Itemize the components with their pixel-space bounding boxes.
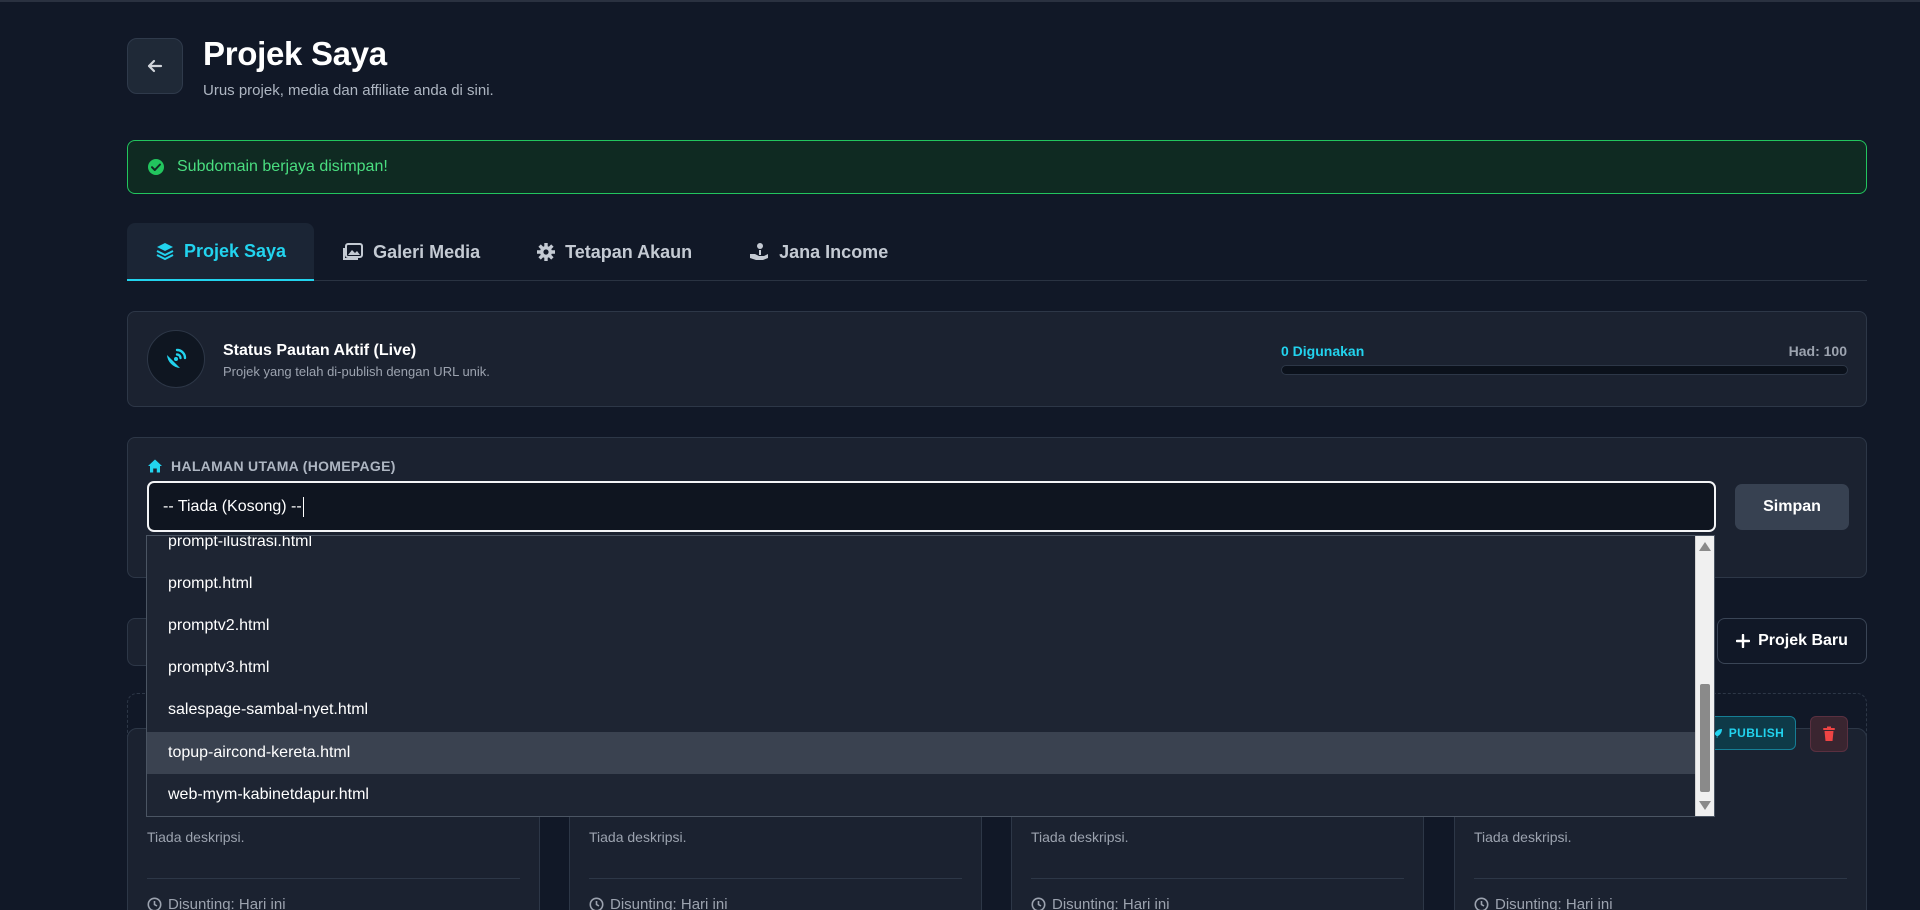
card-divider [1031,878,1404,879]
scrollbar-thumb[interactable] [1700,684,1710,792]
layers-icon [156,243,174,261]
project-date-text: Disunting: Hari ini [610,896,728,910]
status-description: Projek yang telah di-publish dengan URL … [223,364,490,379]
tab-label: Tetapan Akaun [565,241,693,262]
tab-label: Galeri Media [373,241,481,262]
homepage-label-text: HALAMAN UTAMA (HOMEPAGE) [171,458,396,474]
clock-icon [589,897,604,910]
hand-coin-icon [750,243,769,260]
live-link-status-card: Status Pautan Aktif (Live) Projek yang t… [127,311,1867,407]
dropdown-option[interactable]: prompt-ilustrasi.html [147,536,1697,563]
plus-icon [1736,634,1751,648]
project-description: Tiada deskripsi. [1474,829,1572,845]
usage-limit: Had: 100 [1788,343,1847,359]
homepage-label: HALAMAN UTAMA (HOMEPAGE) [147,458,396,474]
project-date-text: Disunting: Hari ini [168,896,286,910]
page-title: Projek Saya [203,35,387,72]
back-button[interactable] [127,38,183,94]
publish-label: PUBLISH [1728,726,1785,740]
alert-message: Subdomain berjaya disimpan! [177,158,388,175]
project-description: Tiada deskripsi. [147,829,245,845]
project-date: Disunting: Hari ini [1031,896,1170,910]
card-divider [147,878,520,879]
project-date: Disunting: Hari ini [1474,896,1613,910]
card-divider [1474,878,1847,879]
delete-button[interactable] [1810,716,1848,752]
status-icon-wrap [147,330,205,388]
trash-icon [1823,726,1835,741]
check-circle-icon [148,159,164,175]
page-subtitle: Urus projek, media dan affiliate anda di… [203,82,494,99]
dropdown-scrollbar[interactable] [1695,536,1714,816]
clock-icon [1031,897,1046,910]
dropdown-option[interactable]: salespage-sambal-nyet.html [147,689,1697,731]
scroll-up-arrow-icon[interactable] [1699,542,1711,551]
homepage-select-value: -- Tiada (Kosong) -- [163,497,302,515]
save-button[interactable]: Simpan [1735,484,1849,530]
dropdown-option[interactable]: prompt.html [147,563,1697,605]
dropdown-option[interactable]: promptv2.html [147,605,1697,647]
new-project-label: Projek Baru [1758,632,1848,649]
project-description: Tiada deskripsi. [1031,829,1129,845]
project-date: Disunting: Hari ini [589,896,728,910]
arrow-left-icon [147,59,163,73]
images-icon [343,243,364,260]
homepage-select[interactable]: -- Tiada (Kosong) -- [147,481,1716,532]
success-alert: Subdomain berjaya disimpan! [127,140,1867,194]
project-date: Disunting: Hari ini [147,896,286,910]
tab-tetapan-akaun[interactable]: Tetapan Akaun [508,223,720,281]
card-divider [589,878,962,879]
dropdown-option-highlighted[interactable]: topup-aircond-kereta.html [147,732,1697,774]
project-date-text: Disunting: Hari ini [1495,896,1613,910]
project-description: Tiada deskripsi. [589,829,687,845]
dropdown-option[interactable]: promptv3.html [147,647,1697,689]
homepage-dropdown-list: prompt-ilustrasi.html prompt.html prompt… [146,535,1715,817]
satellite-dish-icon [167,348,187,368]
gear-icon [537,243,556,261]
clock-icon [147,897,162,910]
tab-galeri-media[interactable]: Galeri Media [314,223,508,281]
project-date-text: Disunting: Hari ini [1052,896,1170,910]
clock-icon [1474,897,1489,910]
tab-jana-income[interactable]: Jana Income [720,223,916,281]
scroll-down-arrow-icon[interactable] [1699,801,1711,810]
home-icon [148,459,162,473]
usage-progress-bar [1281,365,1848,375]
tab-label: Jana Income [779,241,889,262]
new-project-button[interactable]: Projek Baru [1717,618,1867,664]
dropdown-option[interactable]: web-mym-kabinetdapur.html [147,774,1697,816]
tab-bar: Projek Saya Galeri Media Tetapan Akaun J… [127,223,1867,281]
tab-projek-saya[interactable]: Projek Saya [127,223,315,281]
text-cursor [302,496,304,517]
usage-count: 0 Digunakan [1281,343,1365,359]
tab-label: Projek Saya [184,240,287,261]
window-top-border [0,0,1920,2]
status-title: Status Pautan Aktif (Live) [223,342,417,359]
